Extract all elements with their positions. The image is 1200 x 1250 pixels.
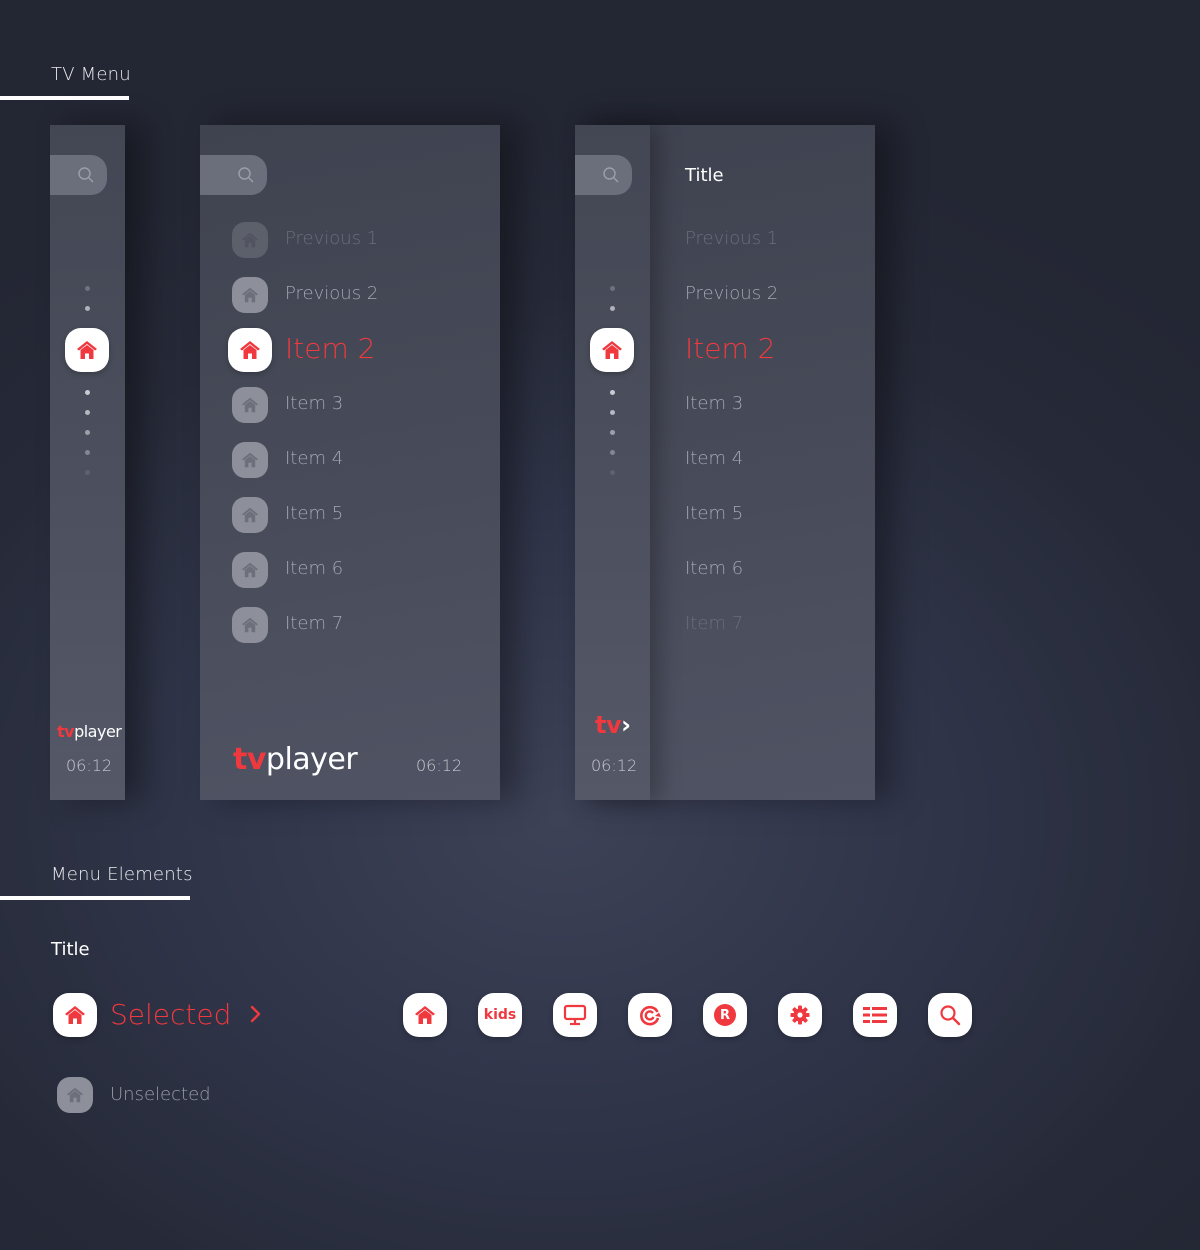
menu-title: Title [685, 165, 724, 186]
scroll-dot [610, 430, 615, 435]
scroll-dot [610, 286, 615, 291]
section-title-menu-elements: Menu Elements [51, 864, 193, 885]
home-icon [242, 452, 258, 468]
menu-item-label[interactable]: Item 3 [285, 393, 343, 414]
kids-icon: kids [483, 1007, 517, 1023]
menu-item-icon-tile[interactable] [232, 552, 268, 588]
split-menu-panel: tv› 06:12 Title Previous 1 Previous 2 Item… [575, 125, 875, 800]
menu-item-label[interactable]: Previous 1 [685, 228, 778, 249]
clock: 06:12 [591, 756, 638, 775]
menu-item-icon-tile[interactable] [232, 387, 268, 423]
home-tile-selected[interactable] [590, 328, 634, 372]
menu-item-label[interactable]: Item 2 [685, 332, 775, 365]
home-icon [242, 397, 258, 413]
scroll-dot [85, 286, 90, 291]
icon-rail: tv› 06:12 [575, 125, 650, 800]
element-title-sample: Title [51, 939, 90, 960]
home-icon [65, 1006, 85, 1024]
scroll-dot [85, 410, 90, 415]
list-icon-tile[interactable] [853, 993, 897, 1037]
catchup-icon [640, 1005, 661, 1026]
section-underline [0, 96, 129, 100]
section-underline [0, 896, 190, 900]
clock: 06:12 [66, 756, 113, 775]
menu-item-label[interactable]: Item 4 [685, 448, 743, 469]
tv-screen-icon [563, 1004, 587, 1026]
menu-item-label[interactable]: Item 2 [285, 332, 375, 365]
home-tile-selected[interactable] [65, 328, 109, 372]
menu-item-label[interactable]: Item 3 [685, 393, 743, 414]
menu-item-icon-tile[interactable] [232, 497, 268, 533]
menu-item-label[interactable]: Item 6 [285, 558, 343, 579]
scroll-dot [610, 450, 615, 455]
menu-item-label[interactable]: Item 6 [685, 558, 743, 579]
menu-item-icon-tile[interactable] [232, 607, 268, 643]
scroll-dot [610, 390, 615, 395]
menu-item-label[interactable]: Item 4 [285, 448, 343, 469]
kids-icon-tile[interactable]: kids [478, 993, 522, 1037]
home-icon [242, 617, 258, 633]
tvplayer-logo: tvplayer [57, 722, 122, 741]
settings-icon-tile[interactable] [778, 993, 822, 1037]
scroll-dot [610, 410, 615, 415]
search-icon-tile[interactable] [928, 993, 972, 1037]
scroll-dot [85, 430, 90, 435]
selected-item-label[interactable]: Selected [110, 998, 231, 1031]
clock: 06:12 [416, 756, 463, 775]
menu-item-label[interactable]: Item 5 [285, 503, 343, 524]
search-button[interactable] [50, 155, 107, 195]
menu-item-label[interactable]: Previous 2 [285, 283, 378, 304]
menu-item-label[interactable]: Previous 2 [685, 283, 778, 304]
scroll-dot [85, 470, 90, 475]
home-icon [240, 341, 260, 359]
search-icon [238, 167, 254, 183]
menu-item-label[interactable]: Item 7 [285, 613, 343, 634]
search-icon [603, 167, 619, 183]
home-icon [242, 507, 258, 523]
menu-item-icon-tile[interactable] [228, 328, 272, 372]
collapsed-menu-panel: tvplayer 06:12 [50, 125, 125, 800]
menu-item-label[interactable]: Item 5 [685, 503, 743, 524]
home-icon [242, 562, 258, 578]
menu-item-icon-tile[interactable] [232, 222, 268, 258]
tv-screen-icon-tile[interactable] [553, 993, 597, 1037]
search-button[interactable] [200, 155, 267, 195]
catchup-icon-tile[interactable] [628, 993, 672, 1037]
home-icon-tile[interactable] [403, 993, 447, 1037]
selected-item-tile[interactable] [53, 993, 97, 1037]
unselected-item-label[interactable]: Unselected [110, 1084, 211, 1105]
menu-item-icon-tile[interactable] [232, 277, 268, 313]
chevron-right-icon [250, 1005, 261, 1023]
menu-item-icon-tile[interactable] [232, 442, 268, 478]
tv-logo-short: tv› [595, 711, 631, 739]
scroll-dot [610, 470, 615, 475]
home-icon [67, 1087, 83, 1103]
settings-icon [790, 1005, 810, 1025]
scroll-dot [610, 306, 615, 311]
radio-icon-tile[interactable]: R [703, 993, 747, 1037]
list-icon [863, 1007, 887, 1023]
section-title-tv-menu: TV Menu [51, 64, 131, 85]
home-icon [602, 341, 622, 359]
scroll-dot [85, 306, 90, 311]
home-icon [77, 341, 97, 359]
radio-icon: R [714, 1004, 736, 1026]
menu-item-label[interactable]: Previous 1 [285, 228, 378, 249]
unselected-item-tile[interactable] [57, 1077, 93, 1113]
tvplayer-logo: tvplayer [233, 742, 358, 777]
search-icon [78, 167, 94, 183]
menu-item-label[interactable]: Item 7 [685, 613, 743, 634]
scroll-dot [85, 450, 90, 455]
expanded-menu-panel: Previous 1 Previous 2 Item 2 Item 3 Item 4 It… [200, 125, 500, 800]
home-icon [242, 232, 258, 248]
scroll-dot [85, 390, 90, 395]
search-icon [940, 1005, 961, 1026]
home-icon [415, 1006, 435, 1024]
search-button[interactable] [575, 155, 632, 195]
home-icon [242, 287, 258, 303]
